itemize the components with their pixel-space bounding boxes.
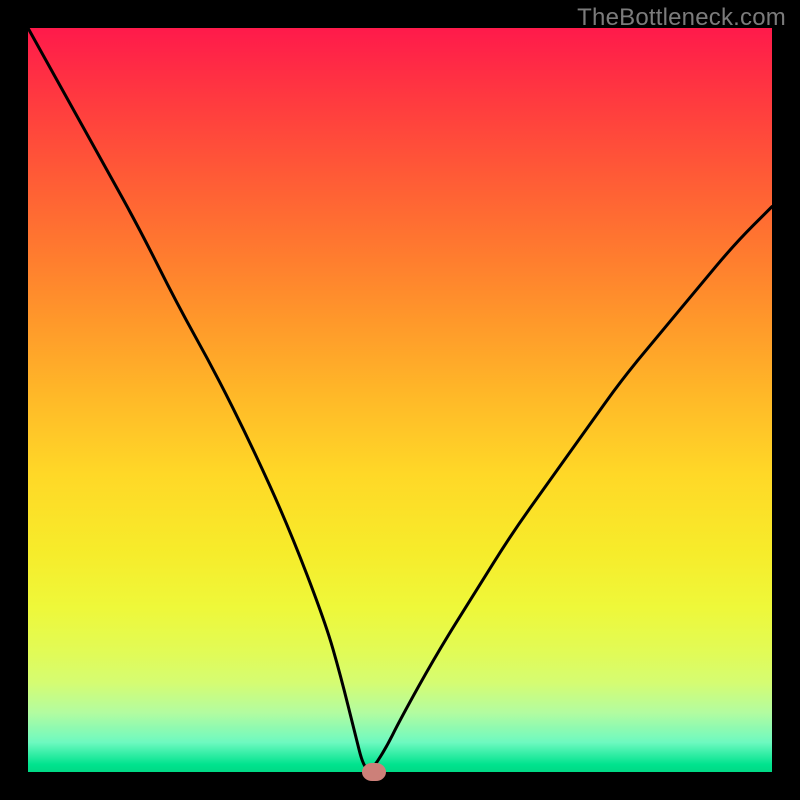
watermark-text: TheBottleneck.com [577, 4, 786, 32]
minimum-marker [362, 763, 386, 781]
bottleneck-curve [28, 28, 772, 769]
curve-svg [28, 28, 772, 772]
chart-frame: TheBottleneck.com [0, 0, 800, 800]
plot-area [28, 28, 772, 772]
